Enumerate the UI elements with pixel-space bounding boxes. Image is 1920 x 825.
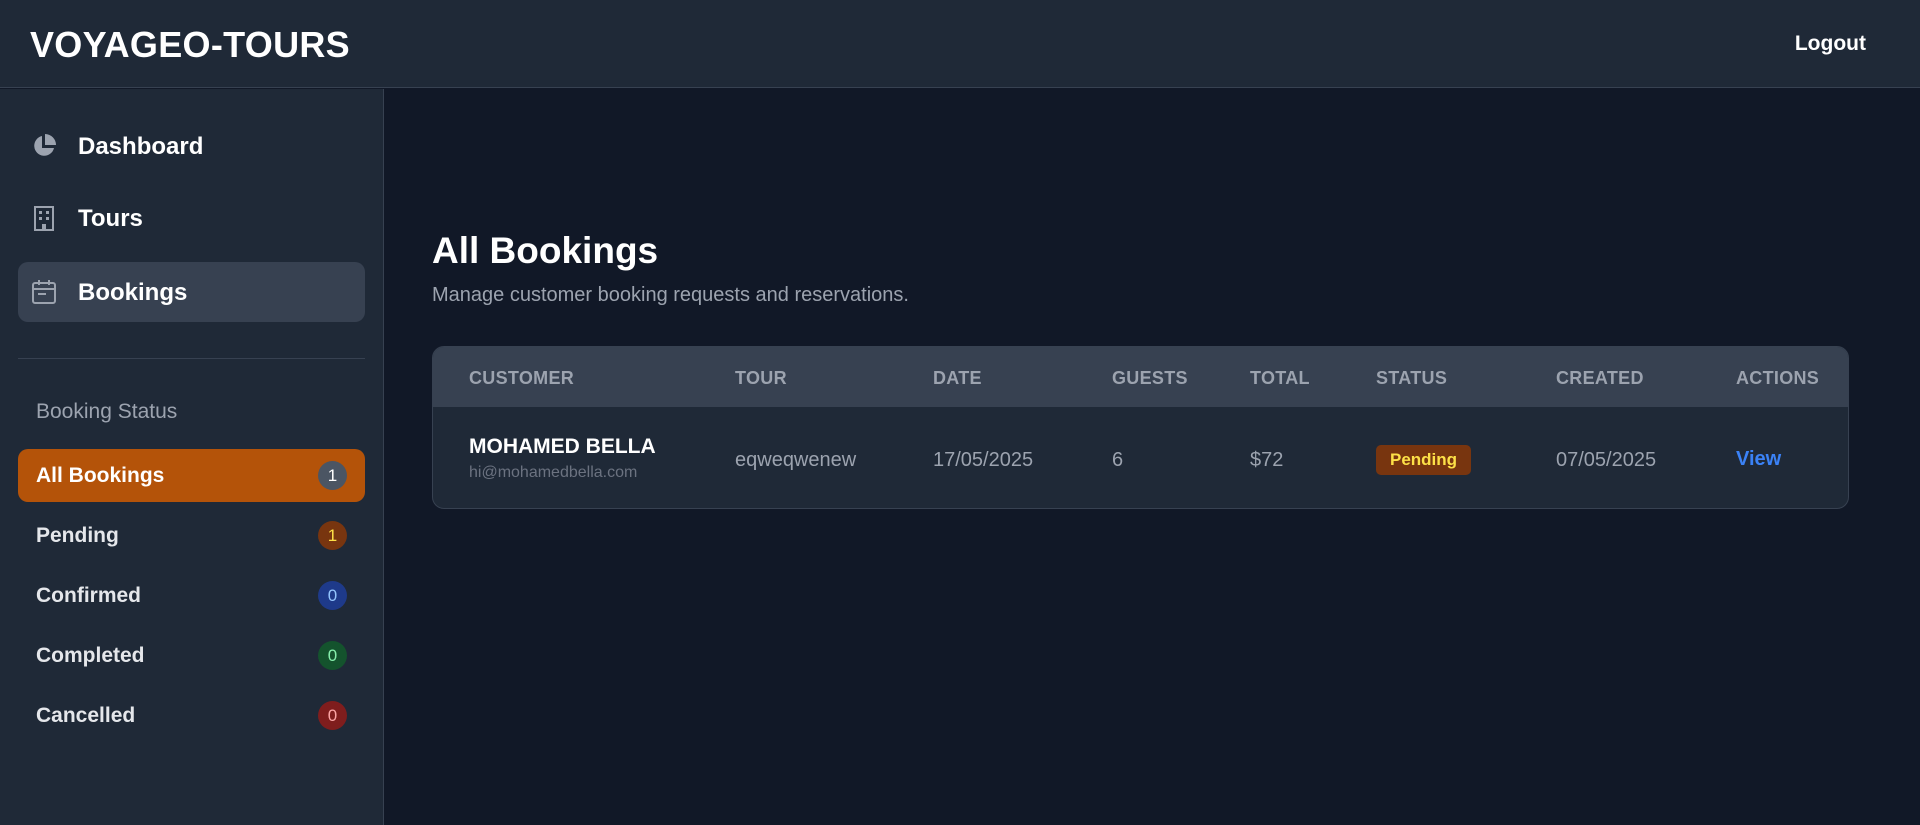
- brand-logo[interactable]: VOYAGEO-TOURS: [30, 24, 350, 66]
- count-badge: 0: [318, 701, 347, 730]
- status-filter-completed[interactable]: Completed 0: [18, 629, 365, 682]
- status-filter-all[interactable]: All Bookings 1: [18, 449, 365, 502]
- sidebar-divider: [18, 358, 365, 359]
- sidebar: Dashboard Tours Bookings Booking Status …: [0, 89, 384, 825]
- column-header-created: Created: [1556, 368, 1644, 388]
- created-cell: 07/05/2025: [1556, 449, 1657, 471]
- column-header-actions: Actions: [1736, 368, 1820, 388]
- booking-status-heading: Booking Status: [36, 400, 178, 423]
- column-header-total: Total: [1250, 368, 1310, 388]
- logout-button[interactable]: Logout: [1795, 32, 1866, 56]
- status-filter-label: Cancelled: [36, 704, 136, 727]
- status-filter-label: Confirmed: [36, 584, 141, 607]
- sidebar-item-dashboard[interactable]: Dashboard: [18, 116, 365, 176]
- status-filter-pending[interactable]: Pending 1: [18, 509, 365, 562]
- column-header-guests: Guests: [1112, 368, 1188, 388]
- column-header-customer: Customer: [469, 368, 575, 388]
- status-filter-label: Pending: [36, 524, 119, 547]
- page-title: All Bookings: [432, 230, 659, 271]
- sidebar-item-label: Bookings: [78, 279, 188, 306]
- table-header: Customer Tour Date Guests Total Status C…: [433, 347, 1848, 407]
- status-filter-label: Completed: [36, 644, 145, 667]
- date-cell: 17/05/2025: [933, 449, 1034, 471]
- pie-chart-icon: [34, 134, 56, 156]
- top-bar: VOYAGEO-TOURS Logout: [0, 0, 1920, 88]
- column-header-status: Status: [1376, 368, 1448, 388]
- count-badge: 0: [318, 581, 347, 610]
- status-filter-confirmed[interactable]: Confirmed 0: [18, 569, 365, 622]
- sidebar-item-bookings[interactable]: Bookings: [18, 262, 365, 322]
- customer-email: hi@mohamedbella.com: [469, 464, 638, 481]
- status-filter-label: All Bookings: [36, 464, 165, 487]
- page-subtitle: Manage customer booking requests and res…: [432, 284, 909, 306]
- tour-cell: eqweqwenew: [735, 449, 857, 471]
- count-badge: 1: [318, 521, 347, 550]
- building-icon: [34, 206, 54, 231]
- view-booking-link[interactable]: View: [1736, 448, 1781, 471]
- column-header-date: Date: [933, 368, 982, 388]
- total-cell: $72: [1250, 449, 1284, 471]
- bookings-table: Customer Tour Date Guests Total Status C…: [432, 346, 1849, 509]
- column-header-tour: Tour: [735, 368, 787, 388]
- status-filter-cancelled[interactable]: Cancelled 0: [18, 689, 365, 742]
- sidebar-item-label: Dashboard: [78, 133, 204, 160]
- sidebar-item-tours[interactable]: Tours: [18, 188, 365, 248]
- status-badge: Pending: [1376, 445, 1472, 475]
- sidebar-item-label: Tours: [78, 205, 143, 232]
- count-badge: 0: [318, 641, 347, 670]
- count-badge: 1: [318, 461, 347, 490]
- calendar-icon: [32, 280, 56, 304]
- guests-cell: 6: [1112, 449, 1124, 471]
- customer-name: MOHAMED BELLA: [469, 435, 656, 458]
